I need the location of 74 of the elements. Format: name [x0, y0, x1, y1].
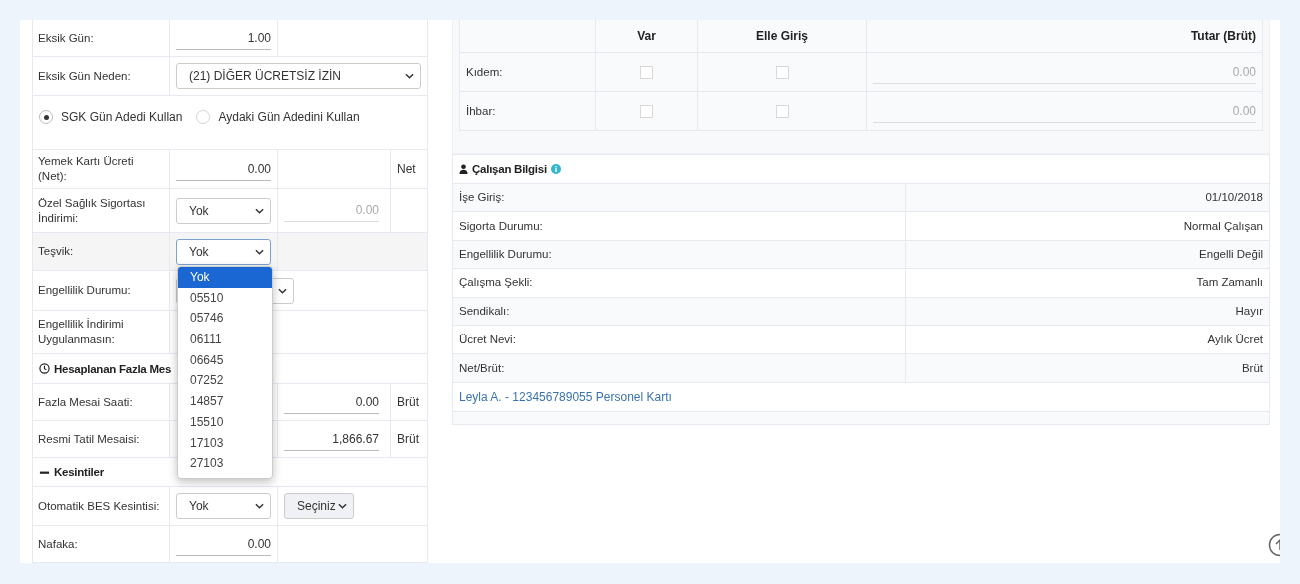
employee-link[interactable]: Leyla A. - 123456789055 Personel Kartı	[459, 389, 672, 404]
field-label: Engellilik Durumu:	[38, 283, 131, 298]
field-label: Eksik Gün Neden:	[38, 68, 131, 84]
row-label: Kıdem:	[466, 64, 503, 80]
info-value: 01/10/2018	[1205, 190, 1263, 206]
input-field[interactable]: 1,866.67	[284, 427, 379, 451]
unit-label: Brüt	[397, 395, 419, 409]
field-label: Özel Sağlık Sigortası İndirimi:	[38, 195, 147, 226]
checkbox[interactable]	[640, 65, 653, 79]
info-value: Brüt	[1241, 360, 1263, 376]
info-value: Engelli Değil	[1199, 247, 1263, 262]
caret-icon	[405, 73, 414, 79]
info-value: Hayır	[1235, 303, 1263, 319]
input-field[interactable]: 0.00	[176, 157, 271, 181]
user-icon	[459, 164, 468, 174]
select-field[interactable]: Seçiniz	[284, 493, 354, 519]
dropdown-option[interactable]: 05746	[178, 308, 272, 330]
row-label: İhbar:	[466, 103, 496, 119]
caret-icon	[278, 287, 287, 294]
dropdown-option[interactable]: 05510	[178, 287, 272, 309]
field-label: Nafaka:	[38, 536, 78, 552]
section-title: Kesintiler	[54, 466, 104, 478]
section-title: Hesaplanan Fazla Mes	[54, 362, 172, 375]
field-label: Teşvik:	[38, 244, 74, 259]
info-label: Net/Brüt:	[459, 360, 505, 376]
select-field[interactable]: Yok	[176, 493, 271, 519]
caret-icon	[255, 207, 264, 214]
caret-icon	[255, 503, 264, 509]
dropdown-option[interactable]: Yok	[178, 267, 272, 288]
caret-icon	[338, 503, 347, 509]
info-value: Aylık Ücret	[1207, 332, 1263, 348]
select-field[interactable]: Yok	[176, 238, 271, 265]
radio-label[interactable]: SGK Gün Adedi Kullan	[61, 110, 183, 124]
dropdown-option[interactable]: 15510	[178, 411, 272, 433]
checkbox[interactable]	[640, 104, 653, 118]
dropdown-option[interactable]: 06111	[178, 329, 272, 350]
info-value: Normal Çalışan	[1183, 218, 1263, 234]
dropdown-option[interactable]: 17103	[178, 432, 272, 454]
checkbox[interactable]	[775, 104, 789, 118]
field-label: Fazla Mesai Saati:	[38, 394, 133, 410]
column-header: Tutar (Brüt)	[1190, 29, 1256, 43]
input-field[interactable]: 0.00	[176, 532, 271, 556]
section-title: Çalışan Bilgisi	[472, 163, 547, 175]
radio-button[interactable]	[196, 110, 211, 124]
select-field[interactable]: Yok	[176, 197, 271, 224]
select-field[interactable]: (21) DİĞER ÜCRETSİZ İZİN	[176, 63, 421, 89]
unit-label: Brüt	[397, 432, 419, 446]
info-label: Engellilik Durumu:	[459, 247, 552, 262]
info-label: İşe Giriş:	[459, 190, 505, 206]
info-label: Ücret Nevi:	[459, 332, 516, 348]
unit-label: Net	[397, 162, 416, 176]
info-label: Çalışma Şekli:	[459, 275, 533, 291]
radio-label[interactable]: Aydaki Gün Adedini Kullan	[218, 110, 360, 124]
field-label: Resmi Tatil Mesaisi:	[38, 431, 140, 447]
info-icon	[550, 164, 561, 174]
field-label: Yemek Kartı Ücreti (Net):	[38, 154, 135, 184]
checkbox[interactable]	[775, 65, 789, 79]
info-label: Sendikalı:	[459, 303, 510, 319]
input-field[interactable]: 1.00	[176, 26, 271, 50]
radio-button[interactable]	[39, 110, 53, 124]
dropdown-option[interactable]: 07252	[178, 370, 272, 392]
field-label: Engellilik İndirimi Uygulanmasın:	[38, 317, 125, 347]
column-header: Var	[637, 29, 656, 43]
clock-icon	[39, 363, 50, 374]
info-value: Tam Zamanlı	[1196, 275, 1263, 291]
column-header: Elle Giriş	[756, 29, 808, 43]
field-label: Otomatik BES Kesintisi:	[38, 498, 160, 514]
dropdown-option[interactable]: 14857	[178, 391, 272, 412]
input-field[interactable]: 0.00	[284, 390, 379, 414]
field-label: Eksik Gün:	[38, 30, 94, 46]
dropdown-option[interactable]: 27103	[178, 453, 272, 474]
dropdown-option[interactable]: 06645	[178, 349, 272, 371]
info-label: Sigorta Durumu:	[459, 218, 543, 234]
caret-icon	[255, 248, 264, 255]
